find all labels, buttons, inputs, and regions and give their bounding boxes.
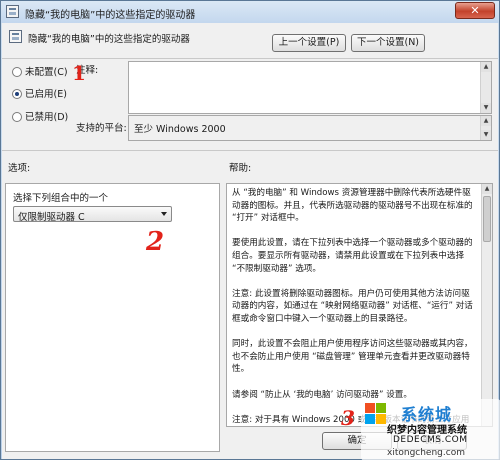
- dialog-body: 隐藏“我的电脑”中的这些指定的驱动器 上一个设置(P) 下一个设置(N) 未配置…: [2, 23, 498, 459]
- radio-unchecked-icon[interactable]: [12, 67, 22, 77]
- window-title: 隐藏“我的电脑”中的这些指定的驱动器: [25, 10, 196, 21]
- previous-setting-button[interactable]: 上一个设置(P): [272, 34, 346, 52]
- supported-platform-field: 至少 Windows 2000 ▲ ▼: [128, 115, 492, 141]
- options-panel: 选择下列组合中的一个 仅限制驱动器 C: [5, 183, 220, 452]
- watermark-name: 织梦内容管理系统: [387, 425, 467, 436]
- radio-disabled[interactable]: 已禁用(D): [12, 109, 68, 123]
- annotation-marker-3: 3: [341, 406, 355, 430]
- platform-scrollbar[interactable]: ▲ ▼: [480, 116, 491, 140]
- next-setting-button[interactable]: 下一个设置(N): [351, 34, 425, 52]
- annotation-marker-2: 2: [146, 227, 165, 257]
- help-panel: 从 “我的电脑” 和 Windows 资源管理器中删除代表所选硬件驱动器的图标。…: [226, 183, 493, 427]
- scroll-down-icon[interactable]: ▼: [481, 103, 491, 113]
- radio-checked-icon[interactable]: [12, 89, 22, 99]
- setting-title: 隐藏“我的电脑”中的这些指定的驱动器: [28, 34, 190, 45]
- comment-textarea[interactable]: ▲ ▼: [128, 61, 492, 114]
- title-bar[interactable]: 隐藏“我的电脑”中的这些指定的驱动器 ✕: [1, 1, 499, 23]
- platform-label: 支持的平台:: [76, 123, 127, 134]
- chevron-down-icon[interactable]: [161, 212, 167, 216]
- scroll-up-icon[interactable]: ▲: [481, 62, 491, 72]
- scroll-down-icon[interactable]: ▼: [481, 130, 491, 140]
- help-paragraph: 同时，此设置不会阻止用户使用程序访问这些驱动器或其内容，也不会防止用户使用 “磁…: [232, 339, 473, 375]
- radio-label: 已启用(E): [25, 89, 67, 100]
- policy-setting-icon: [9, 30, 22, 43]
- annotation-marker-1: 1: [72, 61, 86, 85]
- help-paragraph: 注意: 此设置将删除驱动器图标。用户仍可使用其他方法访问驱动器的内容，如通过在 …: [232, 288, 473, 324]
- help-paragraph: 从 “我的电脑” 和 Windows 资源管理器中删除代表所选硬件驱动器的图标。…: [232, 188, 473, 224]
- comment-scrollbar[interactable]: ▲ ▼: [480, 62, 491, 113]
- windows-logo-icon: [365, 403, 387, 425]
- scrollbar-thumb[interactable]: [483, 196, 491, 242]
- drive-restriction-dropdown[interactable]: 仅限制驱动器 C: [13, 206, 172, 223]
- options-section-label: 选项:: [8, 163, 31, 174]
- radio-enabled[interactable]: 已启用(E): [12, 86, 67, 100]
- help-paragraph: 要使用此设置，请在下拉列表中选择一个驱动器或多个驱动器的组合。要显示所有驱动器，…: [232, 238, 473, 274]
- watermark: 系统城 织梦内容管理系统 DEDECMS.COM xitongcheng.com: [361, 399, 500, 460]
- drive-combo-label: 选择下列组合中的一个: [13, 193, 109, 204]
- divider: [2, 150, 498, 151]
- radio-label: 已禁用(D): [25, 112, 69, 123]
- platform-value: 至少 Windows 2000: [134, 124, 226, 135]
- policy-setting-icon: [6, 5, 19, 18]
- help-section-label: 帮助:: [229, 163, 252, 174]
- radio-not-configured[interactable]: 未配置(C): [12, 64, 68, 78]
- radio-label: 未配置(C): [25, 67, 68, 78]
- watermark-site: xitongcheng.com: [387, 448, 465, 458]
- help-text: 从 “我的电脑” 和 Windows 资源管理器中删除代表所选硬件驱动器的图标。…: [232, 187, 477, 426]
- policy-dialog-window: 隐藏“我的电脑”中的这些指定的驱动器 ✕ 隐藏“我的电脑”中的这些指定的驱动器 …: [0, 0, 500, 460]
- close-button[interactable]: ✕: [455, 2, 495, 19]
- radio-unchecked-icon[interactable]: [12, 112, 22, 122]
- divider: [2, 58, 498, 59]
- scroll-up-icon[interactable]: ▲: [482, 184, 492, 194]
- watermark-url: DEDECMS.COM: [393, 435, 468, 445]
- scroll-up-icon[interactable]: ▲: [481, 116, 491, 126]
- dropdown-selected-value: 仅限制驱动器 C: [18, 212, 85, 223]
- help-scrollbar[interactable]: ▲: [481, 184, 492, 426]
